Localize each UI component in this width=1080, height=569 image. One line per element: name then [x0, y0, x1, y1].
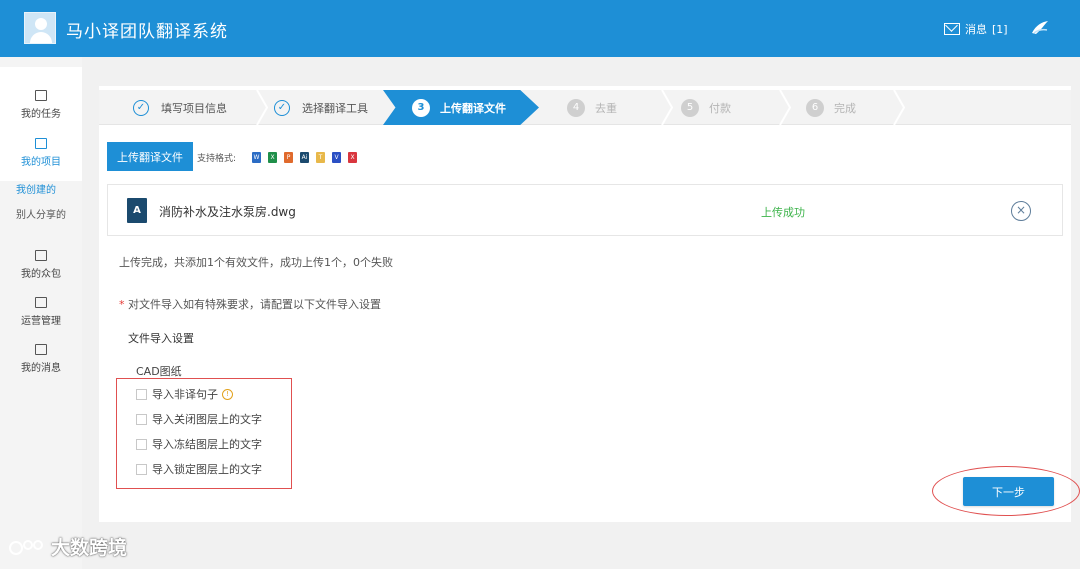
file-format-icon: V — [332, 152, 341, 163]
step-number: 4 — [567, 98, 585, 117]
import-note-text: 对文件导入如有特殊要求，请配置以下文件导入设置 — [128, 298, 381, 311]
mail-icon — [35, 344, 47, 355]
step-label: 选择翻译工具 — [302, 101, 368, 115]
file-format-icon: X — [268, 152, 277, 163]
sidebar-item-my-tasks[interactable]: 我的任务 — [0, 90, 82, 120]
file-format-icon: P — [284, 152, 293, 163]
file-format-icon: W — [252, 152, 261, 163]
step-number: 3 — [412, 98, 430, 117]
checkbox[interactable] — [136, 413, 147, 425]
sidebar-item-my-crowdsourcing[interactable]: 我的众包 — [0, 250, 82, 280]
folder-icon — [35, 250, 47, 261]
option-import-frozen-layers[interactable]: 导入冻结图层上的文字 — [136, 437, 262, 451]
step-complete[interactable]: 6 完成 — [806, 90, 856, 125]
autocad-file-icon: A — [127, 198, 147, 223]
watermark-logo-icon — [9, 539, 43, 555]
option-label: 导入关闭图层上的文字 — [152, 413, 262, 426]
sidebar-item-label: 我的众包 — [21, 269, 61, 280]
option-label: 导入非译句子 — [152, 388, 218, 401]
avatar[interactable] — [24, 12, 56, 44]
step-separator — [661, 90, 674, 125]
step-label: 填写项目信息 — [161, 101, 227, 115]
checkbox[interactable] — [136, 388, 147, 400]
step-number: 5 — [681, 98, 699, 117]
folder-icon — [35, 138, 47, 149]
upload-status: 上传成功 — [761, 206, 805, 219]
messages-button[interactable]: 消息 [1] — [944, 20, 1008, 38]
option-label: 导入锁定图层上的文字 — [152, 463, 262, 476]
messages-label: 消息 — [965, 23, 987, 36]
checkmark-icon: ✓ — [133, 99, 149, 116]
messages-count: [1] — [992, 22, 1008, 36]
sidebar-sub-shared-with-me[interactable]: 别人分享的 — [16, 206, 66, 221]
option-label: 导入冻结图层上的文字 — [152, 438, 262, 451]
sidebar-item-my-messages[interactable]: 我的消息 — [0, 344, 82, 374]
file-format-icon: T — [316, 152, 325, 163]
upload-files-button[interactable]: 上传翻译文件 — [107, 142, 193, 171]
mail-icon — [35, 297, 47, 308]
option-import-locked-layers[interactable]: 导入锁定图层上的文字 — [136, 462, 262, 476]
file-format-icon: Ai — [300, 152, 309, 163]
checkbox[interactable] — [136, 438, 147, 450]
step-label: 去重 — [595, 101, 617, 115]
info-icon[interactable]: ! — [222, 388, 233, 400]
app-title: 马小译团队翻译系统 — [66, 22, 228, 42]
edit-icon — [35, 90, 47, 101]
step-separator — [256, 90, 269, 125]
required-star: * — [119, 298, 125, 311]
sidebar-item-operations[interactable]: 运营管理 — [0, 297, 82, 327]
sidebar-item-label: 我的消息 — [21, 363, 61, 374]
step-separator — [779, 90, 792, 125]
sidebar-sub-created-by-me[interactable]: 我创建的 — [16, 181, 56, 196]
top-header: 马小译团队翻译系统 消息 [1] — [0, 0, 1080, 57]
upload-summary: 上传完成，共添加1个有效文件，成功上传1个，0个失败 — [119, 256, 393, 269]
step-label: 上传翻译文件 — [440, 101, 506, 115]
import-settings-title: 文件导入设置 — [128, 332, 194, 345]
option-import-closed-layers[interactable]: 导入关闭图层上的文字 — [136, 412, 262, 426]
watermark-text: 大数跨境 — [51, 537, 128, 559]
remove-file-icon[interactable]: × — [1011, 201, 1031, 221]
step-upload-files[interactable]: 3 上传翻译文件 — [412, 90, 506, 125]
file-name: 消防补水及注水泵房.dwg — [159, 205, 296, 219]
uploaded-file-row: A 消防补水及注水泵房.dwg 上传成功 × — [107, 184, 1063, 236]
step-label: 完成 — [834, 101, 856, 115]
sidebar-item-label: 我的项目 — [21, 157, 61, 168]
import-note: * 对文件导入如有特殊要求，请配置以下文件导入设置 — [119, 296, 381, 312]
watermark: 大数跨境 — [8, 533, 127, 560]
checkmark-icon: ✓ — [274, 99, 290, 116]
step-fill-project-info[interactable]: ✓ 填写项目信息 — [133, 90, 227, 125]
step-label: 付款 — [709, 101, 731, 115]
step-payment[interactable]: 5 付款 — [681, 90, 731, 125]
file-format-icon: X — [348, 152, 357, 163]
cad-section-title: CAD图纸 — [136, 365, 182, 378]
sidebar-item-my-projects[interactable]: 我的项目 — [0, 138, 82, 168]
option-import-untranslated[interactable]: 导入非译句子 ! — [136, 387, 233, 401]
checkbox[interactable] — [136, 463, 147, 475]
supported-formats-label: 支持格式: — [197, 154, 237, 164]
sidebar-item-label: 运营管理 — [21, 316, 61, 327]
step-number: 6 — [806, 98, 824, 117]
envelope-icon — [944, 23, 960, 35]
step-choose-tool[interactable]: ✓ 选择翻译工具 — [274, 90, 368, 125]
next-step-button[interactable]: 下一步 — [963, 477, 1054, 506]
brand-logo-icon[interactable] — [1030, 19, 1050, 37]
step-dedupe[interactable]: 4 去重 — [567, 90, 617, 125]
sidebar-item-label: 我的任务 — [21, 109, 61, 120]
step-separator — [893, 90, 906, 125]
